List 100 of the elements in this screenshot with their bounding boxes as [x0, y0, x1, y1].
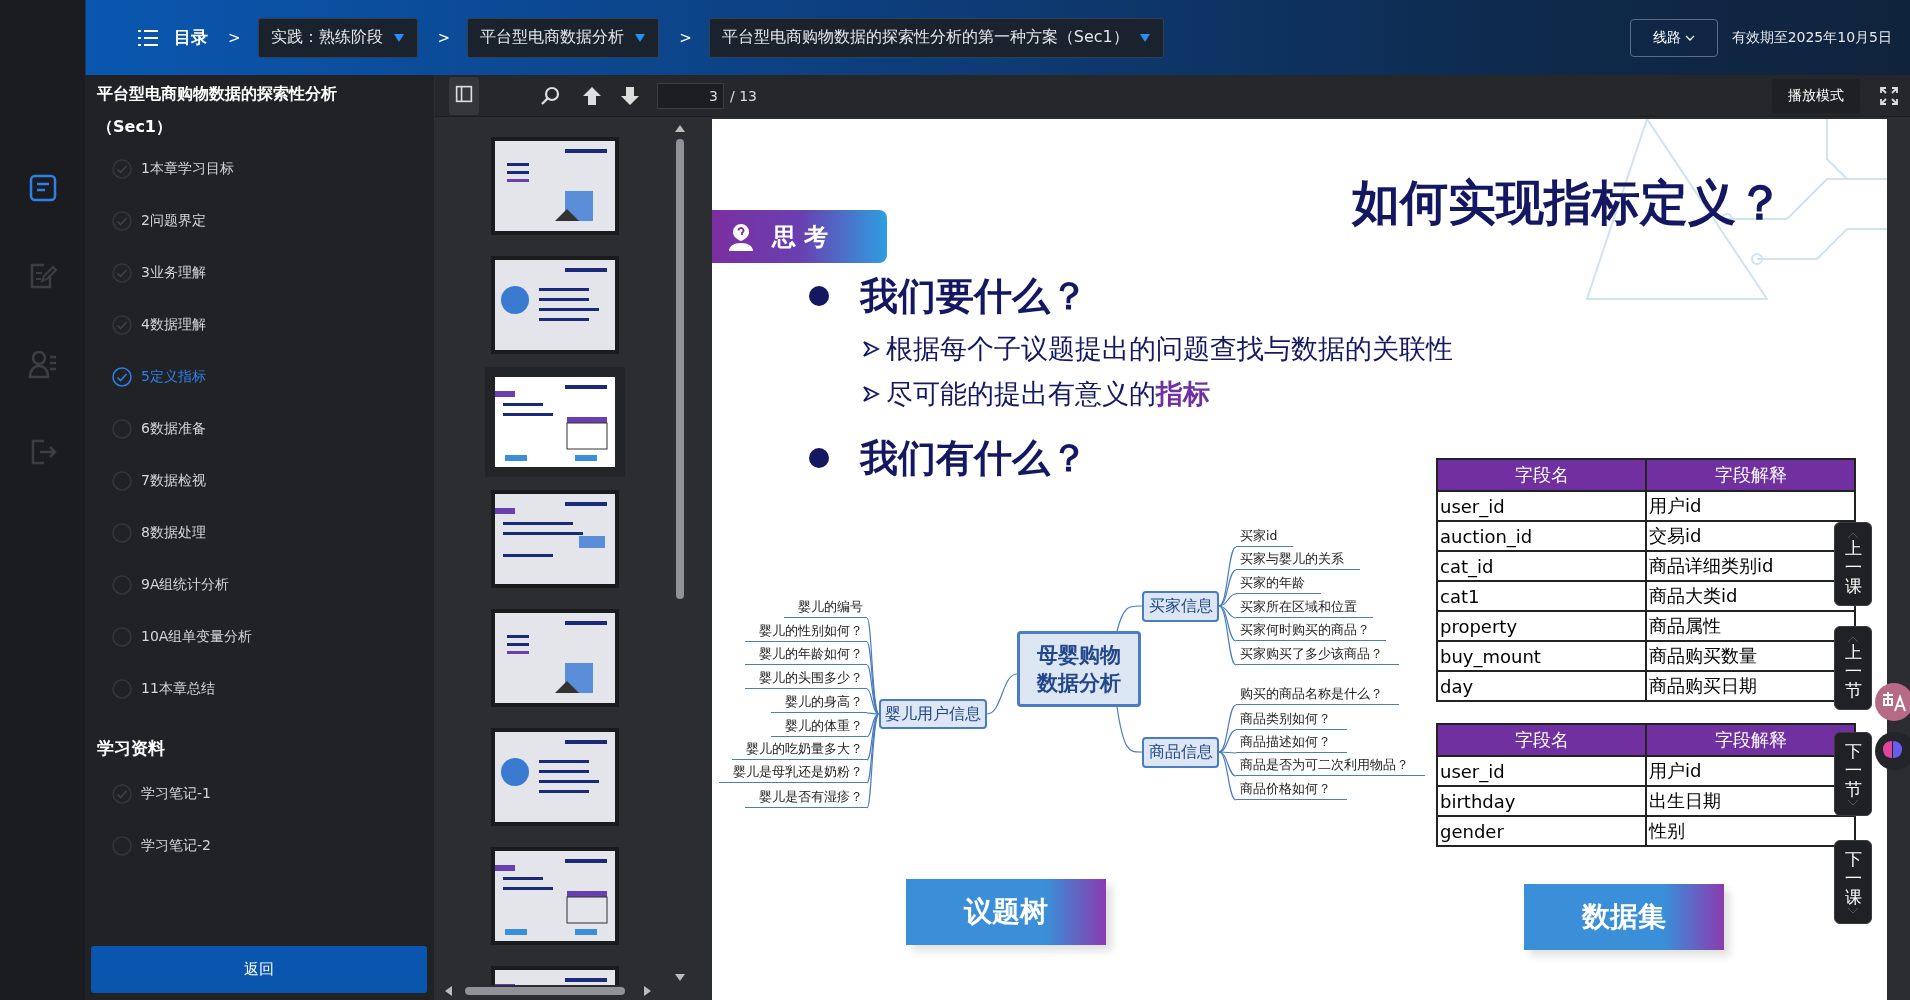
chapter-item[interactable]: 10A组单变量分析 [85, 611, 434, 663]
mind-map-leaf: 婴儿是否有湿疹？ [745, 788, 867, 808]
section-heading: 学习资料 [96, 737, 166, 760]
scroll-down-icon[interactable] [674, 973, 686, 983]
scroll-up-icon[interactable] [674, 123, 686, 133]
mind-map-node: 买家信息 [1142, 591, 1219, 622]
chapter-item[interactable]: 学习笔记-1 [85, 768, 434, 820]
mind-map-leaf: 婴儿的编号 [784, 598, 867, 618]
slide-thumbnail[interactable] [485, 367, 625, 477]
down-arrow-icon[interactable] [619, 84, 641, 107]
slide-thumbnail[interactable] [491, 847, 619, 945]
sidebar-toggle-button[interactable] [449, 76, 479, 115]
breadcrumb-dropdown[interactable]: 平台型电商购物数据的探索性分析的第一种方案（Sec1） [708, 17, 1164, 58]
person-question-icon [728, 221, 754, 252]
mind-map-leaf: 婴儿的体重？ [771, 717, 867, 737]
catalog-link[interactable]: 目录 [174, 26, 208, 49]
fullscreen-icon[interactable] [1880, 86, 1898, 105]
scroll-left-icon[interactable] [443, 986, 455, 996]
slide-thumbnail[interactable] [491, 728, 619, 826]
play-mode-button[interactable]: 播放模式 [1772, 78, 1860, 113]
scrollbar[interactable] [674, 123, 686, 983]
breadcrumb-dropdown[interactable]: 实践：熟练阶段 [257, 17, 418, 58]
chapter-item[interactable]: 6数据准备 [85, 403, 434, 455]
sidebar-title: 平台型电商购物数据的探索性分析（Sec1） [96, 83, 338, 138]
mind-map-node: 商品信息 [1142, 737, 1219, 768]
mind-map-leaf: 商品描述如何？ [1236, 733, 1347, 753]
route-button[interactable]: 线路 [1629, 18, 1718, 57]
column-header: 字段解释 [1646, 459, 1855, 491]
chevron-up-icon [1847, 532, 1859, 540]
outline-icon[interactable] [27, 173, 58, 203]
mind-map-leaf: 买家的年龄 [1236, 574, 1321, 594]
page-field[interactable]: 3 [657, 82, 724, 109]
mind-map-leaf: 婴儿的身高？ [771, 693, 867, 713]
scrollbar[interactable] [443, 984, 653, 998]
mind-map-leaf: 婴儿是母乳还是奶粉？ [719, 763, 867, 783]
bullet-icon [808, 285, 830, 307]
connector-line [1116, 605, 1143, 632]
chapter-item[interactable]: 7数据检视 [85, 455, 434, 507]
mind-map-leaf: 买家何时购买的商品？ [1236, 621, 1386, 641]
page-count: / 13 [730, 87, 757, 104]
mind-map-leaf: 婴儿的年龄如何？ [745, 645, 867, 665]
caret-icon [1138, 32, 1151, 43]
table-cell: gender [1437, 816, 1646, 846]
mind-map-leaf: 买家所在区域和位置 [1236, 598, 1373, 618]
search-icon[interactable] [539, 84, 561, 107]
chapter-item[interactable]: 9A组统计分析 [85, 559, 434, 611]
arrow-bullet-icon [862, 339, 880, 358]
chapter-item[interactable]: 8数据处理 [85, 507, 434, 559]
table-cell: auction_id [1437, 521, 1646, 551]
up-arrow-icon[interactable] [581, 84, 603, 107]
scrollbar-thumb[interactable] [465, 987, 625, 995]
mind-map-node: 母婴购物数据分析 [1017, 631, 1141, 707]
chapter-item[interactable]: 11本章总结 [85, 663, 434, 715]
table-cell: buy_mount [1437, 641, 1646, 671]
mind-map-leaf: 婴儿的性别如何？ [745, 622, 867, 642]
mind-map-leaf: 婴儿的头围多少？ [745, 669, 867, 689]
slide-thumbnail[interactable] [491, 490, 619, 588]
mind-map-leaf: 买家id [1236, 527, 1294, 547]
slide-thumbnail[interactable] [491, 609, 619, 707]
validity-text: 有效期至2025年10月5日 [1731, 28, 1892, 47]
arrow-bullet-icon [862, 384, 880, 403]
table-cell: user_id [1437, 756, 1646, 786]
scroll-right-icon[interactable] [641, 986, 653, 996]
caret-icon [392, 32, 405, 43]
mind-map-leaf: 商品是否为可二次利用物品？ [1236, 756, 1425, 776]
table-cell: cat_id [1437, 551, 1646, 581]
slide-thumbnail[interactable] [491, 256, 619, 354]
slide-thumbnail[interactable] [491, 137, 619, 235]
translate-icon[interactable] [1875, 683, 1910, 721]
mind-map-leaf: 商品价格如何？ [1236, 780, 1347, 800]
bullet-icon [808, 447, 830, 469]
bullet-text: 尽可能的提出有意义的指标 [886, 376, 1210, 411]
scrollbar-thumb[interactable] [676, 139, 684, 599]
chapter-item[interactable]: 2问题界定 [85, 195, 434, 247]
back-button[interactable]: 返回 [91, 946, 427, 993]
column-header: 字段名 [1437, 459, 1646, 491]
mind-map-node: 婴儿用户信息 [879, 699, 987, 729]
table-cell: day [1437, 671, 1646, 701]
chapter-item[interactable]: 4数据理解 [85, 299, 434, 351]
chapter-item[interactable]: 学习笔记-2 [85, 820, 434, 872]
menu-icon[interactable] [138, 28, 158, 47]
section-label: 数据集 [1524, 884, 1724, 950]
chapter-item[interactable]: 1本章学习目标 [85, 143, 434, 195]
mind-map-leaf: 婴儿的吃奶量多大？ [732, 740, 867, 760]
chevron-icon [1684, 33, 1695, 42]
breadcrumb-dropdown[interactable]: 平台型电商数据分析 [467, 17, 660, 58]
section-label: 议题树 [906, 879, 1106, 945]
bullet-text: 根据每个子议题提出的问题查找与数据的关联性 [886, 331, 1453, 366]
lesson-nav-button[interactable]: 下一课 [1834, 840, 1872, 924]
chapter-item[interactable]: 5定义指标 [85, 351, 434, 403]
mind-map-leaf: 购买的商品名称是什么？ [1236, 685, 1399, 705]
column-header: 字段名 [1437, 724, 1646, 756]
chapter-item[interactable]: 3业务理解 [85, 247, 434, 299]
lesson-nav-button[interactable]: 上一节 [1834, 626, 1872, 710]
table-cell: birthday [1437, 786, 1646, 816]
table-cell: property [1437, 611, 1646, 641]
mind-map-leaf: 商品类别如何？ [1236, 710, 1347, 730]
chevron-down-icon [1847, 906, 1859, 914]
mind-map-leaf: 买家购买了多少该商品？ [1236, 645, 1399, 665]
chevron-down-icon [1847, 798, 1859, 806]
